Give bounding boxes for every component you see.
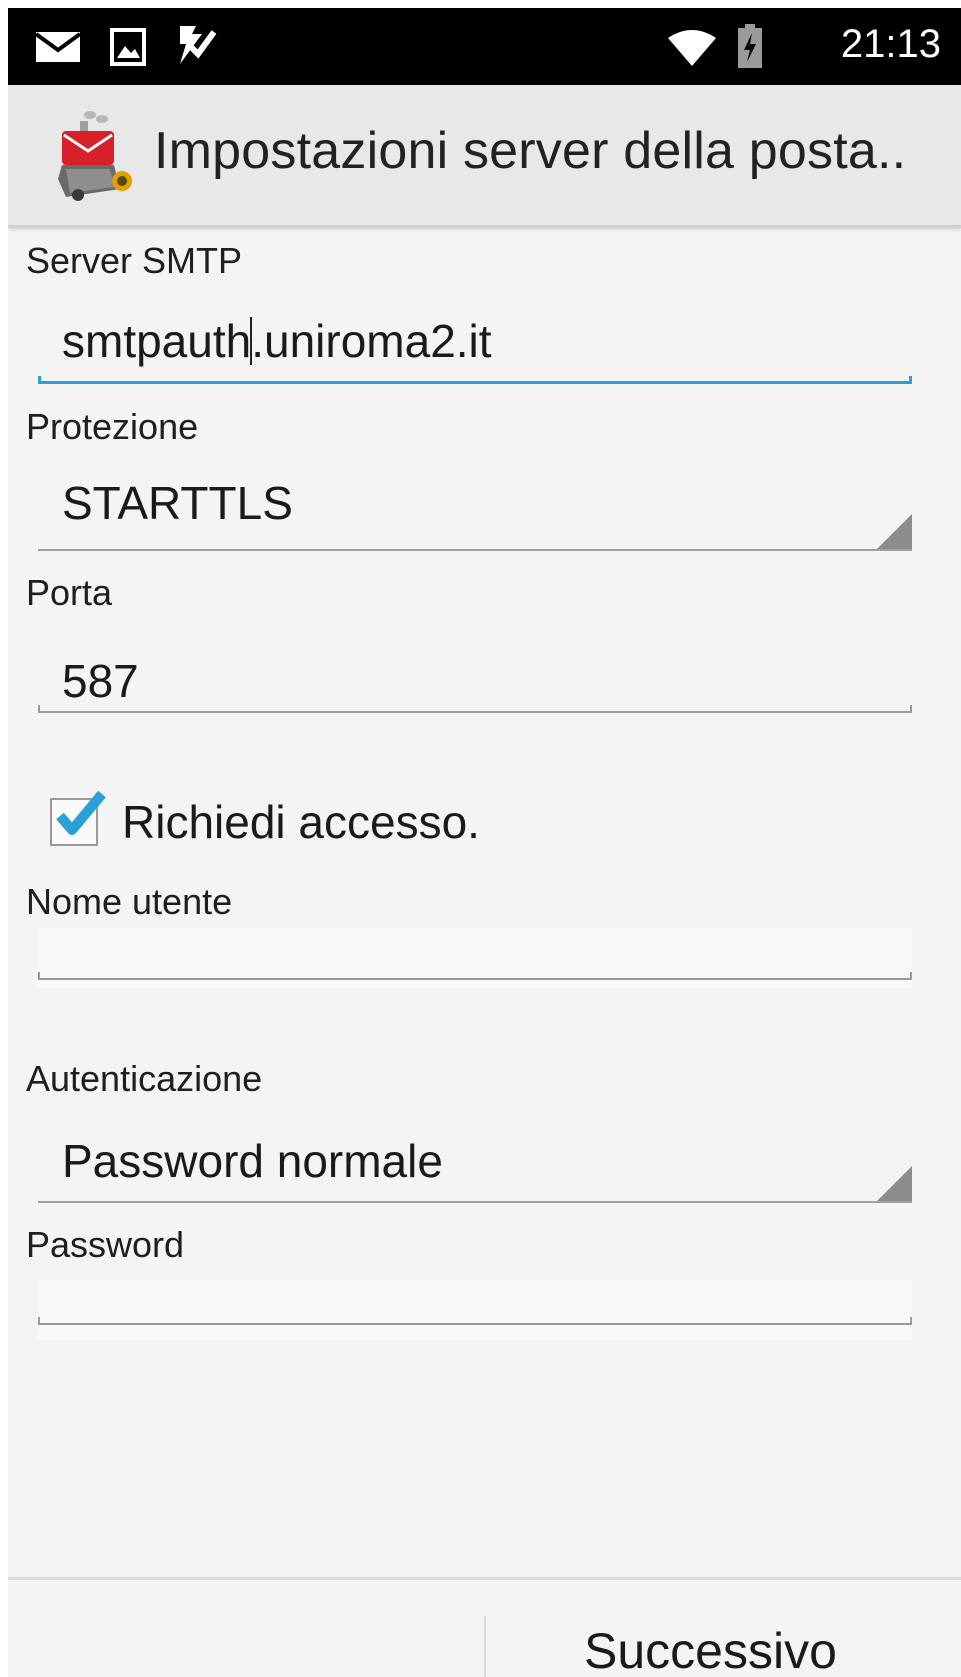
smtp-server-value-part1: smtpauth — [62, 315, 252, 367]
security-label: Protezione — [26, 406, 199, 447]
require-signin-label[interactable]: Richiedi accesso. — [122, 795, 480, 849]
checkmark-icon — [56, 790, 106, 835]
wifi-icon — [668, 30, 716, 70]
authentication-label: Autenticazione — [26, 1058, 263, 1099]
battery-charging-icon — [736, 24, 764, 72]
port-underline — [38, 705, 912, 713]
image-icon — [110, 28, 146, 70]
port-label: Porta — [26, 572, 113, 613]
username-label: Nome utente — [26, 881, 233, 922]
action-bar: Impostazioni server della posta.. — [8, 85, 961, 228]
port-input[interactable]: 587 — [62, 654, 139, 708]
password-input[interactable] — [38, 1280, 912, 1340]
security-value: STARTTLS — [62, 477, 293, 529]
next-button-label: Successivo — [584, 1623, 837, 1677]
require-signin-checkbox[interactable] — [50, 790, 106, 846]
status-time: 21:13 — [840, 22, 941, 66]
button-bar: Successivo — [8, 1580, 961, 1677]
password-label: Password — [26, 1224, 185, 1265]
smtp-server-label: Server SMTP — [26, 240, 243, 281]
username-underline — [38, 972, 912, 980]
previous-button[interactable] — [8, 1580, 484, 1677]
spinner-arrow-icon — [876, 514, 912, 550]
page-title: Impostazioni server della posta.. — [154, 122, 907, 180]
email-app-icon[interactable] — [56, 109, 136, 201]
next-button[interactable]: Successivo — [486, 1580, 961, 1677]
security-spinner[interactable]: STARTTLS — [38, 458, 912, 550]
mail-icon — [34, 30, 82, 68]
security-underline — [38, 549, 912, 551]
authentication-spinner[interactable]: Password normale — [38, 1116, 912, 1208]
spinner-arrow-icon — [876, 1166, 912, 1202]
status-bar: 21:13 — [8, 8, 961, 85]
screen: 21:13 Impostazioni server della posta.. … — [8, 8, 961, 1677]
smtp-server-input[interactable]: smtpauth.uniroma2.it — [62, 314, 492, 368]
authentication-underline — [38, 1201, 912, 1203]
password-underline — [38, 1317, 912, 1325]
task-check-icon — [176, 24, 218, 70]
authentication-value: Password normale — [62, 1135, 443, 1187]
smtp-server-underline — [38, 376, 912, 384]
smtp-server-value-part2: .uniroma2.it — [251, 315, 492, 367]
